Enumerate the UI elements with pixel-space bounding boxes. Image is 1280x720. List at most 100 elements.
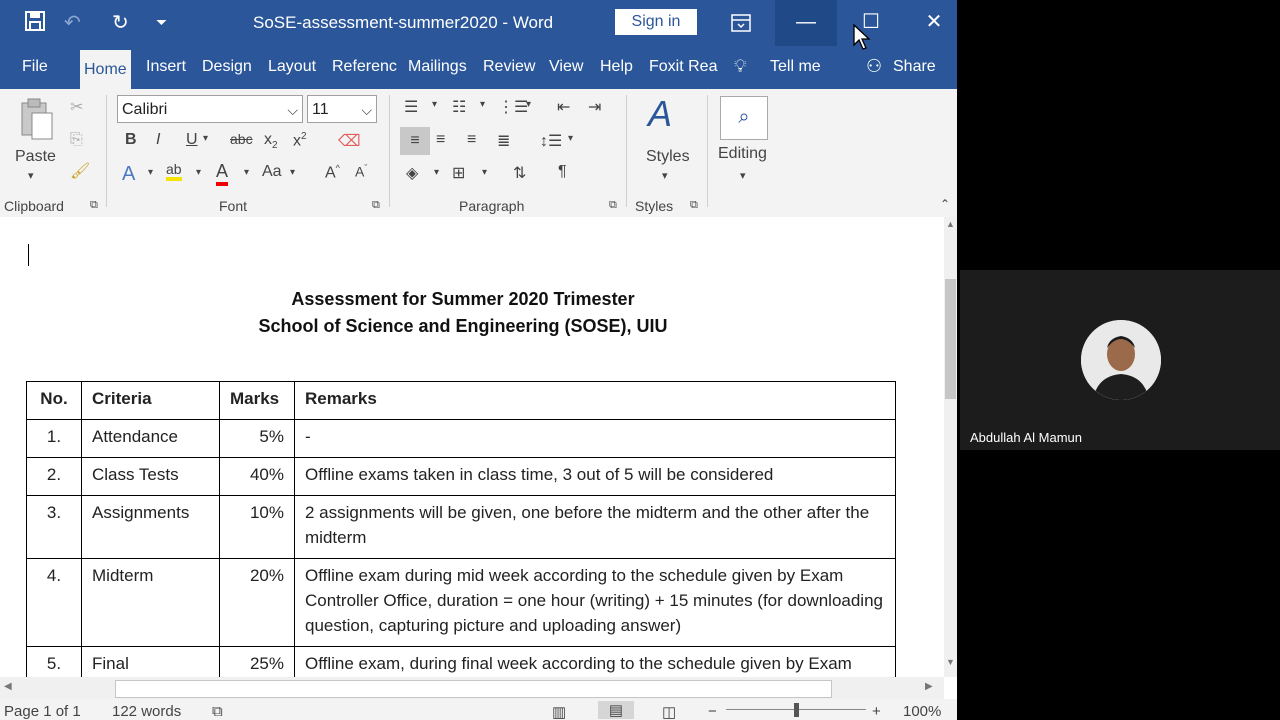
- bullets-icon[interactable]: ☰: [404, 97, 418, 117]
- editing-dropdown-icon[interactable]: ▾: [740, 169, 746, 182]
- scroll-left-icon[interactable]: ◀: [4, 681, 12, 692]
- scroll-up-icon[interactable]: ▲: [946, 219, 955, 229]
- shading-icon[interactable]: ◈: [406, 163, 418, 183]
- show-marks-icon[interactable]: ¶: [558, 163, 567, 181]
- tab-insert[interactable]: Insert: [146, 58, 186, 76]
- bullets-dropdown-icon[interactable]: ▾: [432, 99, 437, 110]
- clear-formatting-icon[interactable]: ⌫: [338, 131, 361, 151]
- editing-button[interactable]: Editing: [718, 145, 767, 163]
- collapse-ribbon-icon[interactable]: ⌃: [940, 197, 950, 211]
- proofing-icon[interactable]: ⧉: [212, 703, 223, 720]
- paste-button[interactable]: Paste: [15, 148, 56, 166]
- scroll-down-icon[interactable]: ▼: [946, 657, 955, 667]
- font-name-box[interactable]: Calibri ⌵: [117, 95, 303, 123]
- cut-icon[interactable]: ✂: [70, 97, 83, 117]
- tab-design[interactable]: Design: [202, 58, 252, 76]
- format-painter-icon[interactable]: 🖌︎: [70, 161, 90, 181]
- scroll-right-icon[interactable]: ▶: [925, 681, 933, 692]
- italic-icon[interactable]: I: [156, 131, 160, 149]
- grow-font-icon[interactable]: A^: [325, 163, 340, 182]
- shrink-font-icon[interactable]: Aˇ: [355, 163, 367, 180]
- close-button[interactable]: ✕: [903, 0, 957, 46]
- paste-icon[interactable]: [16, 97, 56, 143]
- search-icon[interactable]: ⌕: [720, 96, 768, 140]
- zoom-level[interactable]: 100%: [903, 703, 941, 720]
- multilevel-dropdown-icon[interactable]: ▾: [526, 99, 531, 110]
- paste-dropdown-icon[interactable]: ▾: [28, 169, 34, 182]
- text-effects-dropdown-icon[interactable]: ▾: [148, 167, 153, 178]
- zoom-in-icon[interactable]: +: [872, 703, 881, 720]
- tab-mailings[interactable]: Mailings: [408, 58, 467, 76]
- text-effects-icon[interactable]: A: [122, 163, 135, 186]
- change-case-icon[interactable]: Aa: [262, 163, 282, 181]
- subscript-icon[interactable]: x2: [264, 131, 278, 151]
- increase-indent-icon[interactable]: ⇥: [588, 97, 601, 117]
- undo-icon[interactable]: ↶: [64, 10, 81, 35]
- line-spacing-dropdown-icon[interactable]: ▾: [568, 133, 573, 144]
- styles-launcher-icon[interactable]: ⧉: [690, 199, 698, 212]
- print-layout-icon[interactable]: ▤: [598, 701, 634, 719]
- styles-button[interactable]: Styles: [646, 148, 690, 166]
- font-color-dropdown-icon[interactable]: ▾: [244, 167, 249, 178]
- horizontal-scrollbar[interactable]: ◀ ▶: [0, 677, 944, 699]
- share-button[interactable]: Share: [893, 58, 936, 76]
- minimize-button[interactable]: —: [775, 0, 837, 46]
- vertical-scrollbar[interactable]: ▲ ▼: [944, 217, 957, 677]
- tab-help[interactable]: Help: [600, 58, 633, 76]
- styles-icon[interactable]: A: [648, 93, 672, 135]
- superscript-icon[interactable]: x2: [293, 131, 307, 150]
- ribbon-display-options-icon[interactable]: [710, 0, 772, 46]
- align-left-icon[interactable]: ≡: [400, 127, 430, 155]
- tell-me-search[interactable]: Tell me: [770, 58, 821, 76]
- tab-file[interactable]: File: [22, 58, 48, 76]
- font-launcher-icon[interactable]: ⧉: [372, 199, 380, 212]
- zoom-slider-handle[interactable]: [794, 703, 799, 717]
- borders-dropdown-icon[interactable]: ▾: [482, 167, 487, 178]
- underline-dropdown-icon[interactable]: ▾: [203, 133, 208, 144]
- change-case-dropdown-icon[interactable]: ▾: [290, 167, 295, 178]
- copy-icon[interactable]: ⎘: [70, 131, 83, 149]
- borders-icon[interactable]: ⊞: [452, 163, 465, 183]
- maximize-button[interactable]: ☐: [840, 0, 902, 46]
- tab-references[interactable]: Referenc: [332, 58, 397, 76]
- highlight-icon[interactable]: ab: [166, 161, 182, 181]
- redo-icon[interactable]: ↻: [112, 10, 129, 35]
- font-color-icon[interactable]: A: [216, 161, 229, 186]
- justify-icon[interactable]: ≣: [497, 131, 510, 151]
- tab-home[interactable]: Home: [80, 50, 131, 89]
- chevron-down-icon[interactable]: ⌵: [287, 96, 298, 124]
- zoom-out-icon[interactable]: −: [708, 703, 717, 720]
- horizontal-scroll-thumb[interactable]: [115, 680, 832, 698]
- tab-foxit-reader[interactable]: Foxit Rea: [649, 58, 717, 76]
- document-page[interactable]: Assessment for Summer 2020 Trimester Sch…: [0, 217, 944, 677]
- tab-view[interactable]: View: [549, 58, 583, 76]
- chevron-down-icon[interactable]: ⌵: [361, 96, 372, 124]
- strikethrough-icon[interactable]: abc: [230, 131, 253, 147]
- styles-dropdown-icon[interactable]: ▾: [662, 169, 668, 182]
- numbering-dropdown-icon[interactable]: ▾: [480, 99, 485, 110]
- underline-icon[interactable]: U: [186, 131, 198, 149]
- tab-review[interactable]: Review: [483, 58, 535, 76]
- clipboard-launcher-icon[interactable]: ⧉: [90, 199, 98, 212]
- align-center-icon[interactable]: ≡: [436, 131, 445, 149]
- sign-in-button[interactable]: Sign in: [615, 9, 697, 35]
- customize-qat-icon[interactable]: ⏷: [156, 14, 167, 31]
- decrease-indent-icon[interactable]: ⇤: [557, 97, 570, 117]
- line-spacing-icon[interactable]: ↕☰: [540, 131, 562, 151]
- web-layout-icon[interactable]: ◫: [662, 703, 676, 720]
- sort-icon[interactable]: ⇅: [513, 163, 526, 183]
- numbering-icon[interactable]: ☷: [452, 97, 466, 117]
- shading-dropdown-icon[interactable]: ▾: [434, 167, 439, 178]
- font-size-box[interactable]: 11 ⌵: [307, 95, 377, 123]
- read-mode-icon[interactable]: ▥: [552, 703, 566, 720]
- paragraph-launcher-icon[interactable]: ⧉: [609, 199, 617, 212]
- multilevel-list-icon[interactable]: ⋮☰: [498, 97, 528, 117]
- word-count[interactable]: 122 words: [112, 703, 181, 720]
- align-right-icon[interactable]: ≡: [467, 131, 476, 149]
- highlight-dropdown-icon[interactable]: ▾: [196, 167, 201, 178]
- bold-icon[interactable]: B: [125, 131, 137, 149]
- save-icon[interactable]: [24, 10, 46, 38]
- tab-layout[interactable]: Layout: [268, 58, 316, 76]
- vertical-scroll-thumb[interactable]: [945, 279, 956, 399]
- page-count[interactable]: Page 1 of 1: [4, 703, 81, 720]
